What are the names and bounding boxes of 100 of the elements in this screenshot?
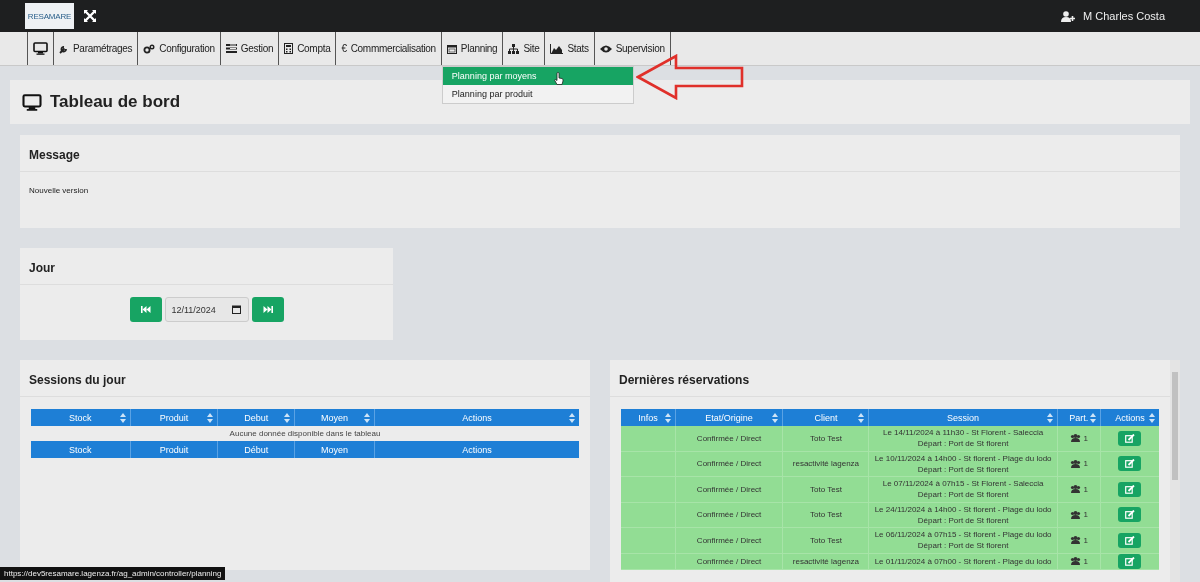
calendar-icon xyxy=(446,43,457,54)
users-icon xyxy=(1069,459,1081,468)
nav-item[interactable]: Compta xyxy=(278,32,336,65)
edit-button[interactable] xyxy=(1118,507,1142,523)
table-cell: Confirmée / Direct xyxy=(674,477,783,502)
session-text: Départ : Port de St florent xyxy=(917,438,1009,450)
euro-sign: € xyxy=(341,43,347,54)
empty-message: Aucune donnée disponible dans le tableau xyxy=(229,429,381,438)
session-text: Départ : Port de St florent xyxy=(917,540,1009,552)
edit-icon xyxy=(1124,484,1135,494)
nav-item[interactable]: Paramétrages xyxy=(53,32,138,65)
session-text: Départ : Port de St florent xyxy=(917,489,1009,501)
fast-forward-icon xyxy=(262,306,273,313)
session-text: Départ : Port de St florent xyxy=(917,463,1009,475)
logo[interactable]: RESAMARE xyxy=(25,3,74,29)
hand-cursor-icon xyxy=(553,72,564,85)
user-name[interactable]: M Charles Costa xyxy=(1083,10,1165,22)
nav-item[interactable]: Site xyxy=(502,32,545,65)
page-title: Tableau de bord xyxy=(50,92,181,112)
sort-icon xyxy=(119,412,126,423)
sitemap-icon xyxy=(508,43,520,54)
table-cell: Confirmée / Direct xyxy=(674,502,783,527)
calendar-icon xyxy=(231,305,241,314)
table-cell: resactivité lagenza xyxy=(782,451,869,476)
nav-item[interactable]: Supervision xyxy=(593,32,671,65)
column-header[interactable]: Debut xyxy=(217,409,294,426)
users-icon xyxy=(1069,510,1081,519)
sort-icon xyxy=(1046,412,1053,423)
table-cell: Toto Test xyxy=(782,528,869,553)
previous-button[interactable] xyxy=(129,297,162,322)
table-cell: Confirmée / Direct xyxy=(674,426,783,451)
session-text: Le 24/11/2024 à 14h00 - St florent - Plage du lodo xyxy=(874,503,1052,515)
edit-icon xyxy=(1124,459,1135,469)
session-text: Le 07/11/2024 à 07h15 - St Florent - Saleccia xyxy=(882,478,1044,490)
column-header: Actions xyxy=(374,441,579,458)
table-cell: Confirmée / Direct xyxy=(674,553,783,569)
column-header[interactable]: Infos xyxy=(621,409,675,426)
edit-button[interactable] xyxy=(1118,430,1142,446)
fast-backward-icon xyxy=(140,306,151,313)
users-icon xyxy=(1069,557,1081,565)
monitor-icon xyxy=(33,42,48,55)
participant-count: 1 xyxy=(1083,459,1088,469)
users-icon xyxy=(1069,485,1081,494)
session-text: Le 14/11/2024 à 11h30 - St Florent - Saleccia xyxy=(883,427,1044,439)
edit-button[interactable] xyxy=(1118,456,1142,472)
sort-icon xyxy=(772,412,779,423)
user-plus-icon[interactable] xyxy=(1061,10,1076,22)
session-text: Le 10/11/2024 à 14h00 - St florent - Plage du lodo xyxy=(874,452,1052,464)
edit-icon xyxy=(1124,535,1135,545)
nav-item[interactable]: Gestion xyxy=(219,32,279,65)
sort-icon xyxy=(568,412,575,423)
table-cell: Toto Test xyxy=(782,426,869,451)
message-text: Nouvelle version xyxy=(29,186,89,195)
list-icon xyxy=(225,44,237,53)
participant-count: 1 xyxy=(1083,433,1088,443)
card-title: Jour xyxy=(29,261,55,275)
eye-icon xyxy=(599,44,612,53)
table-cell: Toto Test xyxy=(782,502,869,527)
menu-item[interactable]: Planning par produit xyxy=(442,85,633,103)
nav-item[interactable]: Configuration xyxy=(137,32,220,65)
column-header[interactable]: Produit xyxy=(129,409,218,426)
participant-count: 1 xyxy=(1083,556,1088,566)
column-header: Début xyxy=(217,441,294,458)
calculator-icon xyxy=(284,43,294,54)
nav-item[interactable]: Stats xyxy=(544,32,594,65)
table-cell: Confirmée / Direct xyxy=(674,451,783,476)
sort-icon xyxy=(207,412,214,423)
area-chart-icon xyxy=(550,43,564,54)
column-header: Stock xyxy=(68,443,93,457)
users-icon xyxy=(1069,536,1081,545)
edit-button[interactable] xyxy=(1118,481,1142,497)
fullscreen-icon[interactable] xyxy=(84,10,96,22)
status-url: https://dev5resamare.lagenza.fr/ag_admin/controller/planning xyxy=(4,569,222,578)
session-text: Départ : Port de St florent xyxy=(917,514,1009,526)
card-title: Dernières réservations xyxy=(619,373,750,387)
table-cell: Confirmée / Direct xyxy=(674,528,783,553)
participant-count: 1 xyxy=(1083,535,1088,545)
column-header[interactable]: Stock xyxy=(31,409,130,426)
wrench-icon xyxy=(59,43,69,54)
monitor-icon xyxy=(22,93,42,111)
sort-icon xyxy=(1148,412,1155,423)
participant-count: 1 xyxy=(1083,510,1088,520)
column-header[interactable]: Actions xyxy=(374,409,579,426)
sort-icon xyxy=(364,412,370,423)
next-button[interactable] xyxy=(251,297,284,322)
edit-icon xyxy=(1124,433,1135,443)
column-header[interactable]: Moyen xyxy=(294,409,374,426)
edit-button[interactable] xyxy=(1118,532,1142,548)
sort-icon xyxy=(664,412,671,423)
table-cell: Toto Test xyxy=(782,477,869,502)
sort-icon xyxy=(1089,412,1096,423)
nav-item[interactable]: € Commmercialisation xyxy=(335,32,441,65)
scrollbar[interactable] xyxy=(1170,360,1180,582)
participant-count: 1 xyxy=(1083,484,1088,494)
column-header: Moyen xyxy=(294,441,374,458)
date-field[interactable]: 12/11/2024 xyxy=(164,297,249,322)
gears-icon xyxy=(143,43,156,54)
session-text: Le 01/11/2024 à 07h00 - St florent - Plage du lodo xyxy=(874,555,1052,567)
users-icon xyxy=(1069,434,1081,443)
sort-icon xyxy=(858,412,865,423)
